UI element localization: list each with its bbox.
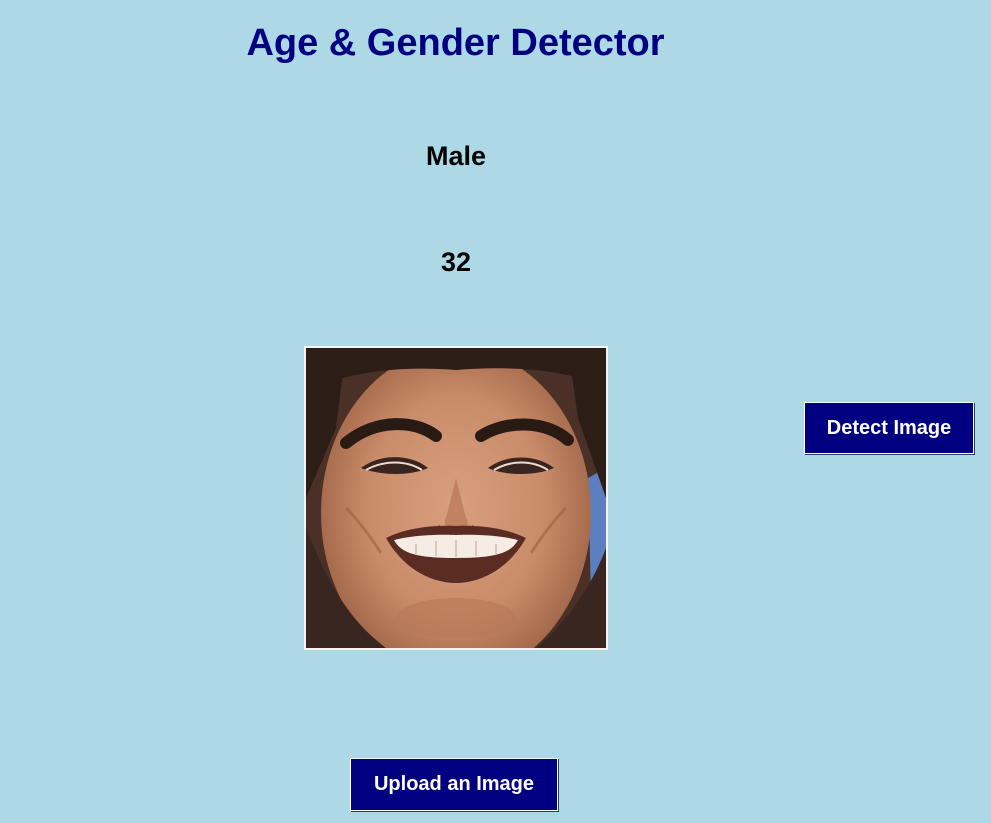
gender-result-label: Male	[425, 141, 487, 171]
upload-image-button[interactable]: Upload an Image	[350, 758, 558, 811]
detect-image-button[interactable]: Detect Image	[804, 402, 974, 454]
face-photo-illustration	[306, 348, 606, 648]
page-title: Age & Gender Detector	[246, 22, 665, 64]
uploaded-face-image	[304, 346, 608, 650]
age-result-label: 32	[440, 247, 472, 277]
